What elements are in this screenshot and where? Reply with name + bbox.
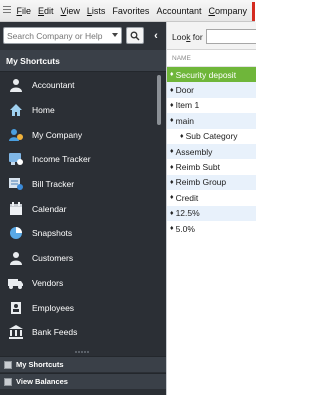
window-edge-accent xyxy=(252,2,255,21)
menu-lists[interactable]: Lists xyxy=(83,0,109,21)
look-for-input[interactable] xyxy=(206,29,256,44)
menu-edit[interactable]: Edit xyxy=(35,0,58,21)
bullet-icon: ♦ xyxy=(170,178,174,186)
list-item[interactable]: ♦ 5.0% xyxy=(167,221,256,236)
bullet-icon: ♦ xyxy=(170,71,174,79)
list-item[interactable]: ♦ Reimb Group xyxy=(167,174,256,191)
item-list-panel: Look for NAME ♦ Security deposit ♦ Door ♦ I… xyxy=(166,22,256,395)
list-item[interactable]: ♦ main xyxy=(167,113,256,129)
list-item[interactable]: ♦ Item 1 xyxy=(167,98,256,113)
menu-grip-icon xyxy=(0,0,13,21)
nav-bank-feeds[interactable]: Bank Feeds xyxy=(0,320,160,345)
home-icon xyxy=(6,102,26,118)
bullet-icon: ♦ xyxy=(170,148,174,156)
nav-bill-tracker[interactable]: Bill Tracker xyxy=(0,172,160,197)
search-button[interactable] xyxy=(126,27,144,44)
nav-calendar[interactable]: Calendar xyxy=(0,196,160,221)
item-list: ♦ Security deposit ♦ Door ♦ Item 1 ♦ main ♦ S… xyxy=(167,67,256,236)
income-tracker-icon xyxy=(6,151,26,167)
sidebar-scrollbar[interactable] xyxy=(157,73,162,365)
shortcut-list: Accountant Home My Company Income Tracke… xyxy=(0,73,160,345)
vendors-icon xyxy=(6,275,26,291)
my-shortcuts-title: My Shortcuts xyxy=(6,56,60,66)
panel-resize-grip[interactable] xyxy=(0,348,166,356)
bottom-my-shortcuts[interactable]: My Shortcuts xyxy=(0,356,166,372)
bullet-icon: ♦ xyxy=(170,101,174,109)
list-item[interactable]: ♦ Sub Category xyxy=(167,129,256,144)
menu-favorites[interactable]: Favorites xyxy=(109,0,153,21)
menu-accountant[interactable]: Accountant xyxy=(153,0,205,21)
customers-icon xyxy=(6,250,26,266)
my-shortcuts-header: My Shortcuts xyxy=(0,50,166,72)
nav-vendors[interactable]: Vendors xyxy=(0,271,160,296)
nav-accountant[interactable]: Accountant xyxy=(0,73,160,98)
menu-file[interactable]: File xyxy=(13,0,35,21)
nav-employees[interactable]: Employees xyxy=(0,295,160,320)
bullet-icon: ♦ xyxy=(180,132,184,140)
my-company-icon xyxy=(6,127,26,143)
menu-view[interactable]: View xyxy=(57,0,83,21)
bullet-icon: ♦ xyxy=(170,225,174,233)
list-item[interactable]: ♦ 12.5% xyxy=(167,205,256,221)
list-item[interactable]: ♦ Reimb Subt xyxy=(167,159,256,174)
menu-company[interactable]: Company xyxy=(205,0,251,21)
view-balances-icon xyxy=(4,377,12,386)
bullet-icon: ♦ xyxy=(170,194,174,202)
nav-customers[interactable]: Customers xyxy=(0,246,160,271)
search-input[interactable] xyxy=(7,29,107,42)
search-row: ‹ xyxy=(0,22,166,50)
nav-home[interactable]: Home xyxy=(0,98,160,123)
name-column-header[interactable]: NAME xyxy=(167,50,256,67)
calendar-icon xyxy=(6,201,26,217)
collapse-sidebar-button[interactable]: ‹ xyxy=(149,28,163,44)
menu-bar: File Edit View Lists Favorites Accountan… xyxy=(0,0,255,22)
nav-my-company[interactable]: My Company xyxy=(0,122,160,147)
sidebar-scroll-thumb[interactable] xyxy=(157,75,161,125)
search-box[interactable] xyxy=(3,27,122,44)
bullet-icon: ♦ xyxy=(170,209,174,217)
search-icon xyxy=(130,31,140,40)
nav-income-tracker[interactable]: Income Tracker xyxy=(0,147,160,172)
employees-icon xyxy=(6,300,26,316)
left-nav-panel: ‹ My Shortcuts Accountant Home My Compan… xyxy=(0,22,166,395)
list-item[interactable]: ♦ Security deposit xyxy=(167,67,256,83)
snapshots-icon xyxy=(6,225,26,241)
nav-snapshots[interactable]: Snapshots xyxy=(0,221,160,246)
search-dropdown-icon[interactable] xyxy=(112,33,118,37)
list-item[interactable]: ♦ Assembly xyxy=(167,143,256,160)
bank-feeds-icon xyxy=(6,324,26,340)
accountant-icon xyxy=(6,77,26,93)
look-for-row: Look for xyxy=(167,22,256,50)
list-item[interactable]: ♦ Door xyxy=(167,82,256,98)
bottom-view-balances[interactable]: View Balances xyxy=(0,373,166,389)
bullet-icon: ♦ xyxy=(170,117,174,125)
bill-tracker-icon xyxy=(6,176,26,192)
list-item[interactable]: ♦ Credit xyxy=(167,190,256,205)
look-for-label: Look for xyxy=(172,32,203,42)
bullet-icon: ♦ xyxy=(170,86,174,94)
bullet-icon: ♦ xyxy=(170,163,174,171)
my-shortcuts-icon xyxy=(4,360,12,369)
